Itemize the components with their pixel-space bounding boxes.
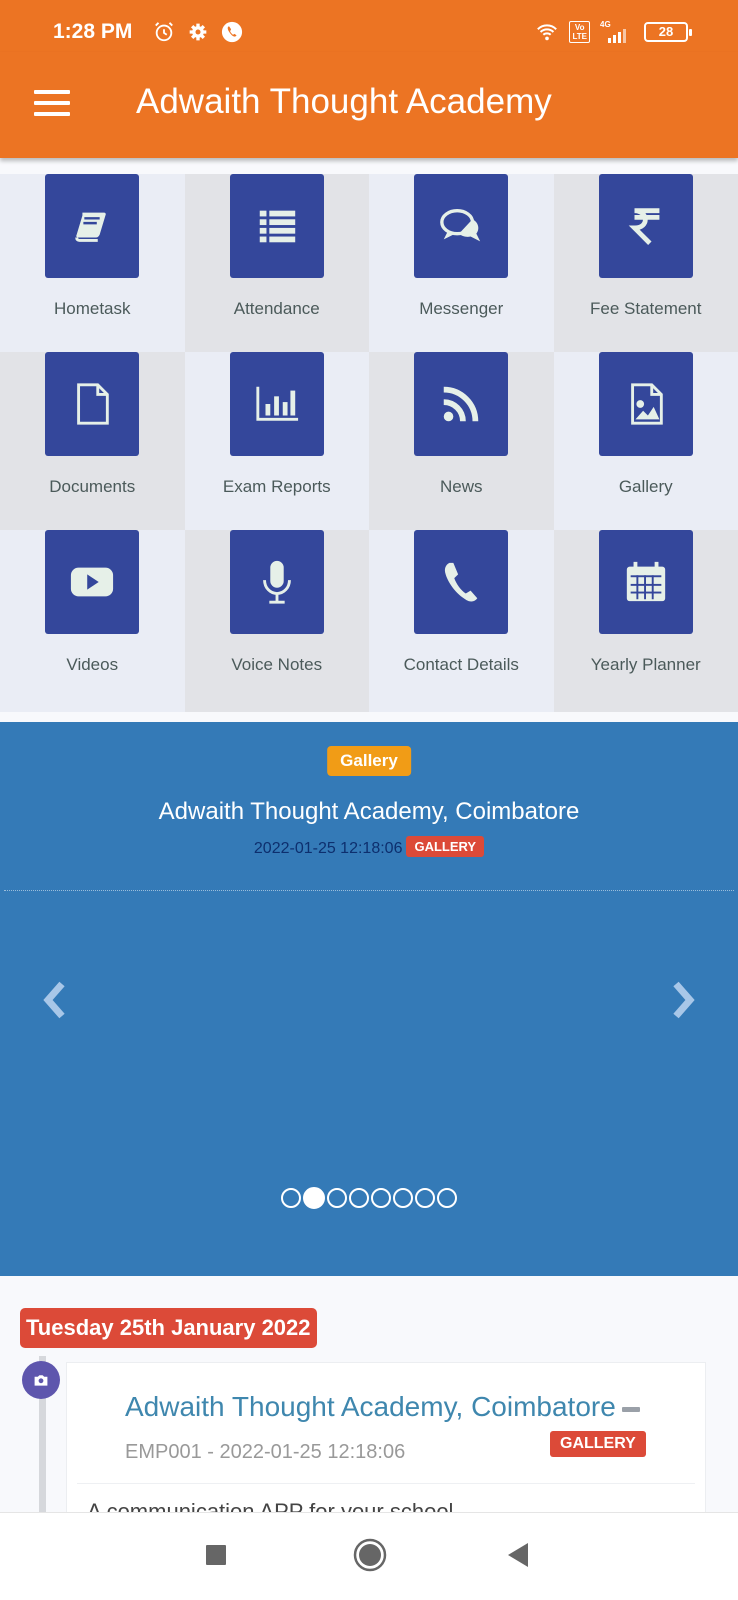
- volte-top: Vo: [574, 23, 585, 32]
- divider: [77, 1483, 695, 1484]
- microphone-icon: [229, 530, 324, 634]
- battery-icon: 28: [644, 22, 692, 42]
- menu-item-yearly-planner[interactable]: Yearly Planner: [553, 530, 738, 712]
- volte-bottom: LTE: [572, 32, 587, 41]
- menu-label: Yearly Planner: [590, 655, 701, 674]
- carousel-type-badge: GALLERY: [406, 836, 485, 857]
- menu-item-contact-details[interactable]: Contact Details: [369, 530, 554, 712]
- book-icon: [45, 174, 140, 278]
- recents-button[interactable]: [204, 1543, 228, 1572]
- news-carousel[interactable]: Gallery Adwaith Thought Academy, Coimbat…: [0, 722, 738, 1276]
- calendar-icon: [598, 530, 693, 634]
- menu-label: Gallery: [618, 477, 673, 496]
- category-badge: Gallery: [327, 746, 411, 776]
- carousel-timestamp: 2022-01-25 12:18:06: [253, 840, 403, 857]
- bar-chart-icon: [229, 352, 324, 456]
- carousel-dot[interactable]: [437, 1188, 457, 1208]
- menu-label: Contact Details: [403, 655, 519, 674]
- home-button[interactable]: [352, 1537, 388, 1578]
- timeline: Tuesday 25th January 2022 Adwaith Though…: [0, 1276, 738, 1524]
- timeline-entry-badge: GALLERY: [550, 1431, 646, 1457]
- menu-label: News: [439, 477, 483, 496]
- app-bar: Adwaith Thought Academy: [0, 52, 738, 158]
- status-bar: 1:28 PM Vo LTE 4G 28: [0, 0, 738, 52]
- timeline-date: Tuesday 25th January 2022: [20, 1308, 317, 1348]
- menu-item-documents[interactable]: Documents: [0, 352, 185, 530]
- gear-icon: [186, 20, 210, 44]
- menu-item-voice-notes[interactable]: Voice Notes: [184, 530, 369, 712]
- menu-item-gallery[interactable]: Gallery: [553, 352, 738, 530]
- carousel-dot[interactable]: [327, 1188, 347, 1208]
- timeline-entry-title[interactable]: Adwaith Thought Academy, Coimbatore: [125, 1391, 616, 1423]
- menu-item-videos[interactable]: Videos: [0, 530, 185, 712]
- menu-grid: Hometask Attendance Messenger Fee Statem…: [0, 174, 738, 712]
- carousel-indicators: [281, 1187, 457, 1209]
- carousel-dot[interactable]: [415, 1188, 435, 1208]
- carousel-dot[interactable]: [281, 1188, 301, 1208]
- back-button[interactable]: [506, 1541, 530, 1574]
- signal-icon: 4G: [600, 20, 634, 44]
- carousel-dot[interactable]: [371, 1188, 391, 1208]
- rss-icon: [414, 352, 509, 456]
- carousel-divider: [4, 890, 734, 891]
- document-icon: [45, 352, 140, 456]
- timeline-card[interactable]: Adwaith Thought Academy, Coimbatore EMP0…: [66, 1362, 706, 1524]
- carousel-dot[interactable]: [303, 1187, 325, 1209]
- carousel-meta: 2022-01-25 12:18:06 GALLERY: [0, 836, 738, 858]
- chat-bubbles-icon: [414, 174, 509, 278]
- menu-label: Documents: [49, 477, 136, 496]
- chevron-right-icon[interactable]: [668, 980, 698, 1020]
- system-nav-bar: [0, 1512, 738, 1600]
- menu-label: Messenger: [419, 299, 504, 318]
- image-file-icon: [598, 352, 693, 456]
- hamburger-menu-icon[interactable]: [34, 90, 70, 118]
- menu-label: Fee Statement: [589, 299, 702, 318]
- menu-item-exam-reports[interactable]: Exam Reports: [184, 352, 369, 530]
- menu-item-news[interactable]: News: [369, 352, 554, 530]
- camera-icon: [22, 1361, 60, 1399]
- list-icon: [229, 174, 324, 278]
- network-type: 4G: [600, 20, 611, 29]
- alarm-icon: [152, 20, 176, 44]
- chevron-left-icon[interactable]: [40, 980, 70, 1020]
- menu-label: Hometask: [53, 299, 131, 318]
- menu-label: Videos: [66, 655, 119, 674]
- app-title: Adwaith Thought Academy: [136, 82, 552, 121]
- volte-icon: Vo LTE: [569, 21, 590, 43]
- carousel-title: Adwaith Thought Academy, Coimbatore: [158, 798, 580, 825]
- menu-label: Exam Reports: [222, 477, 331, 496]
- phone-icon: [414, 530, 509, 634]
- status-time: 1:28 PM: [53, 20, 133, 43]
- timeline-entry-meta: EMP001 - 2022-01-25 12:18:06: [125, 1441, 406, 1463]
- collapse-icon[interactable]: [622, 1407, 640, 1412]
- phone-call-icon: [220, 20, 244, 44]
- video-play-icon: [45, 530, 140, 634]
- carousel-dot[interactable]: [349, 1188, 369, 1208]
- menu-label: Attendance: [233, 299, 320, 318]
- menu-item-messenger[interactable]: Messenger: [369, 174, 554, 352]
- menu-label: Voice Notes: [231, 655, 323, 674]
- menu-item-hometask[interactable]: Hometask: [0, 174, 185, 352]
- carousel-dot[interactable]: [393, 1188, 413, 1208]
- menu-item-fee-statement[interactable]: Fee Statement: [553, 174, 738, 352]
- wifi-icon: [535, 20, 559, 44]
- rupee-icon: [598, 174, 693, 278]
- menu-item-attendance[interactable]: Attendance: [184, 174, 369, 352]
